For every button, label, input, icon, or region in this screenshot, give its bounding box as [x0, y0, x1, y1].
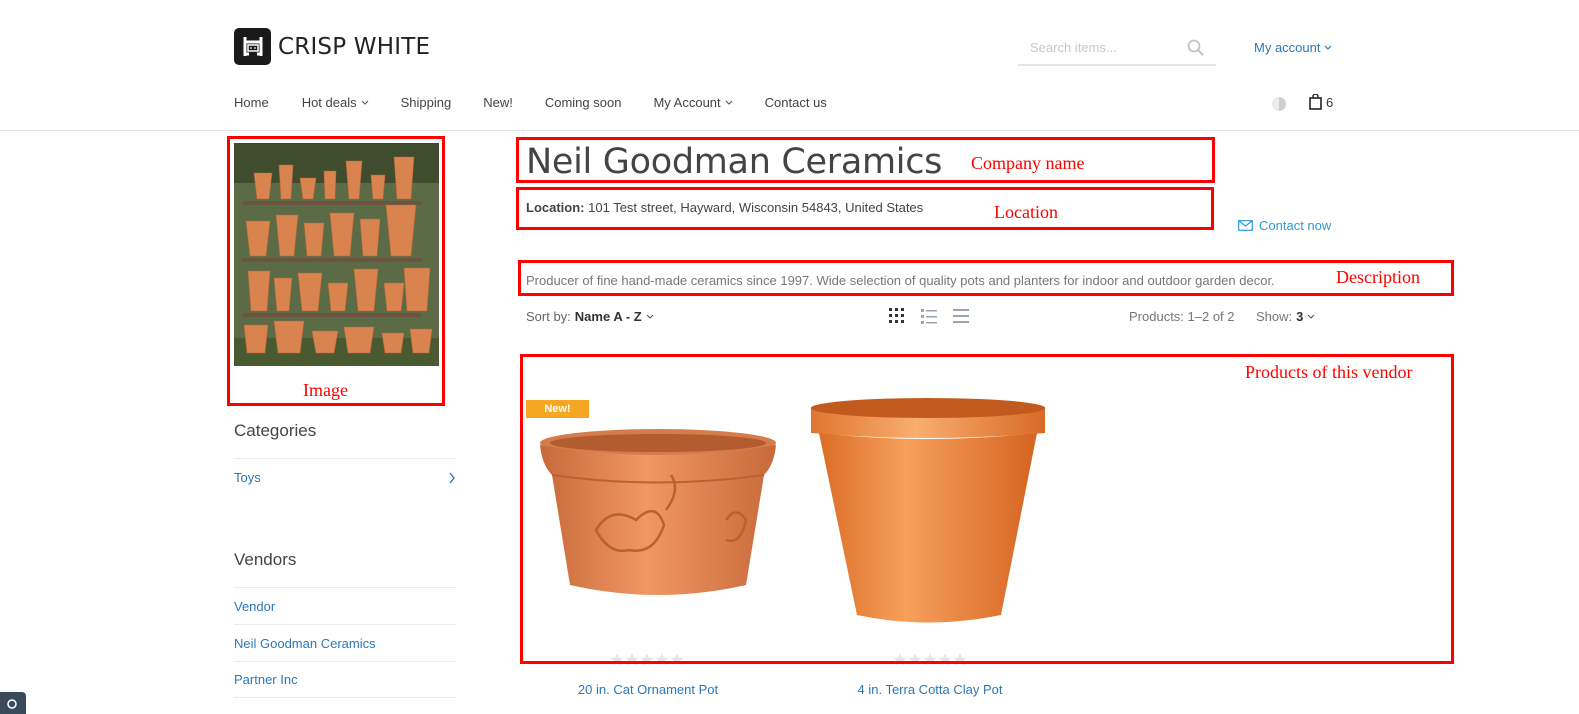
contact-now-link[interactable]: Contact now — [1238, 218, 1331, 233]
cart-button[interactable]: 6 — [1309, 94, 1333, 110]
view-mode-switcher — [888, 307, 970, 330]
main-nav: Home Hot deals Shipping New! Coming soon… — [234, 95, 859, 110]
search-input[interactable] — [1018, 33, 1178, 61]
list-view-icon[interactable] — [920, 307, 938, 330]
nav-label: Coming soon — [544, 95, 622, 110]
table-view-icon[interactable] — [952, 307, 970, 330]
sort-control[interactable]: Sort by: Name A - Z — [526, 309, 654, 324]
show-label: Show: — [1256, 309, 1293, 324]
logo-text: CRISP WHITE — [278, 33, 431, 60]
search-box — [1018, 33, 1216, 66]
categories-list: Toys — [234, 458, 456, 496]
category-item-toys[interactable]: Toys — [234, 458, 456, 496]
chevron-down-icon — [725, 100, 733, 105]
grid-view-icon[interactable] — [888, 307, 906, 330]
product-name[interactable]: 4 in. Terra Cotta Clay Pot — [800, 682, 1060, 697]
header-divider — [0, 130, 1579, 131]
my-account-menu[interactable]: My account — [1254, 40, 1332, 55]
annotation-label-description: Description — [1336, 267, 1420, 287]
search-icon[interactable] — [1187, 39, 1204, 61]
annotation-label-location: Location — [994, 202, 1058, 222]
annotation-label-products: Products of this vendor — [1245, 362, 1413, 382]
per-page-control[interactable]: Show: 3 — [1256, 309, 1315, 324]
theme-toggle-icon[interactable] — [1271, 96, 1287, 117]
nav-label: New! — [483, 95, 513, 110]
my-account-label: My account — [1254, 40, 1321, 55]
vendor-label: Neil Goodman Ceramics — [234, 635, 376, 651]
vendors-list: Vendor Neil Goodman Ceramics Partner Inc — [234, 587, 456, 698]
logo-icon — [234, 28, 271, 65]
nav-item-hot-deals[interactable]: Hot deals — [302, 95, 369, 110]
nav-item-contact-us[interactable]: Contact us — [765, 95, 827, 110]
annotation-box-description — [518, 260, 1454, 296]
vendor-label: Partner Inc — [234, 672, 298, 687]
chevron-down-icon — [1307, 314, 1315, 319]
nav-item-shipping[interactable]: Shipping — [401, 95, 452, 110]
chevron-down-icon — [361, 100, 368, 105]
chevron-right-icon — [449, 472, 455, 483]
nav-item-coming-soon[interactable]: Coming soon — [545, 95, 622, 110]
nav-item-home[interactable]: Home — [234, 95, 269, 110]
annotation-box-location — [516, 187, 1214, 230]
sort-label: Sort by: — [526, 309, 571, 324]
nav-label: My Account — [653, 95, 721, 110]
sort-value: Name A - Z — [574, 309, 642, 324]
vendor-item[interactable]: Partner Inc — [234, 661, 456, 698]
categories-heading: Categories — [234, 421, 317, 440]
envelope-icon — [1238, 220, 1253, 231]
show-value: 3 — [1296, 309, 1304, 324]
annotation-label-company-name: Company name — [971, 153, 1085, 173]
nav-item-new[interactable]: New! — [483, 95, 513, 110]
logo[interactable]: CRISP WHITE — [234, 28, 430, 65]
nav-label: Shipping — [400, 95, 452, 110]
nav-label: Home — [234, 95, 269, 110]
products-count: Products: 1–2 of 2 — [1129, 309, 1235, 324]
vendor-item[interactable]: Neil Goodman Ceramics — [234, 624, 456, 661]
vendor-label: Vendor — [234, 598, 276, 614]
annotation-box-products — [520, 354, 1454, 664]
chevron-down-icon — [646, 314, 654, 319]
chevron-down-icon — [1325, 45, 1332, 50]
shopping-bag-icon — [1309, 94, 1322, 110]
annotation-box-image — [227, 136, 445, 406]
settings-corner-button[interactable] — [0, 692, 26, 714]
annotation-box-company-name — [516, 137, 1215, 183]
nav-item-my-account[interactable]: My Account — [653, 95, 733, 110]
category-label: Toys — [234, 470, 261, 485]
cart-count: 6 — [1326, 94, 1334, 110]
vendor-item[interactable]: Vendor — [234, 587, 456, 624]
gear-icon — [7, 699, 17, 709]
nav-label: Contact us — [764, 95, 827, 110]
nav-label: Hot deals — [301, 95, 357, 110]
product-name[interactable]: 20 in. Cat Ornament Pot — [518, 682, 778, 697]
annotation-label-image: Image — [303, 380, 348, 400]
contact-now-label: Contact now — [1259, 218, 1332, 233]
vendors-heading: Vendors — [234, 550, 297, 569]
